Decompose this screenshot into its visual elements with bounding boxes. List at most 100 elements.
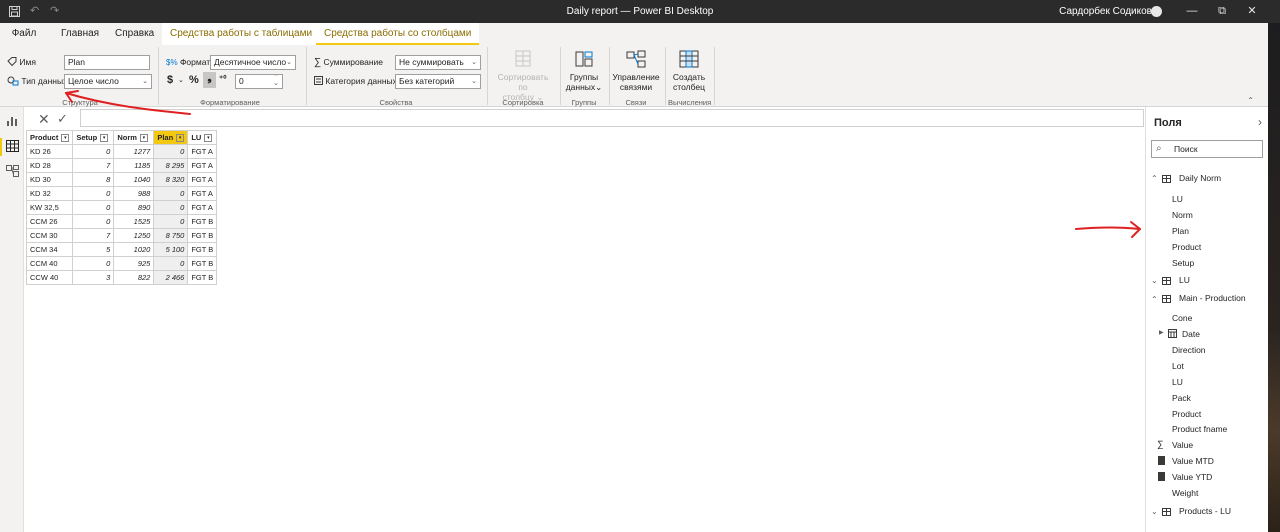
filter-dropdown-icon[interactable]: ▾ <box>100 134 109 142</box>
field-item[interactable]: Product fname <box>1172 424 1227 434</box>
cell-plan[interactable]: 0 <box>153 200 189 215</box>
chevron-up-icon[interactable]: ⌃ <box>1151 295 1158 304</box>
cell-product[interactable]: KD 32 <box>25 186 74 201</box>
chevron-down-icon[interactable]: ⌄ <box>1151 276 1158 285</box>
cell-norm[interactable]: 1020 <box>113 242 155 257</box>
field-item[interactable]: Cone <box>1172 313 1192 323</box>
cell-norm[interactable]: 822 <box>113 270 155 285</box>
cell-plan[interactable]: 0 <box>153 256 189 271</box>
tab-column-tools[interactable]: Средства работы со столбцами <box>316 23 480 45</box>
field-item[interactable]: LU <box>1172 194 1183 204</box>
column-header-norm[interactable]: Norm ▾ <box>113 130 155 145</box>
tab-help[interactable]: Справка <box>115 23 154 45</box>
comma-button[interactable]: ❟ <box>203 72 216 88</box>
cell-lu[interactable]: FGT A <box>187 144 218 159</box>
field-item[interactable]: Direction <box>1172 345 1206 355</box>
tab-file[interactable]: Файл <box>0 23 48 45</box>
filter-dropdown-icon[interactable]: ▾ <box>176 134 185 142</box>
expand-icon[interactable]: ▶ <box>1159 329 1164 336</box>
cell-norm[interactable]: 890 <box>113 200 155 215</box>
model-view-icon[interactable] <box>6 165 19 177</box>
cell-plan[interactable]: 8 750 <box>153 228 189 243</box>
column-name-input[interactable]: Plan <box>64 55 150 70</box>
cell-norm[interactable]: 1277 <box>113 144 155 159</box>
cell-norm[interactable]: 1525 <box>113 214 155 229</box>
cell-plan[interactable]: 8 320 <box>153 172 189 187</box>
cell-setup[interactable]: 7 <box>72 228 115 243</box>
avatar[interactable] <box>1151 6 1162 17</box>
filter-dropdown-icon[interactable]: ▾ <box>139 134 148 142</box>
cell-setup[interactable]: 3 <box>72 270 115 285</box>
cell-setup[interactable]: 0 <box>72 186 115 201</box>
cell-plan[interactable]: 0 <box>153 186 189 201</box>
close-button[interactable]: ✕ <box>1237 0 1267 23</box>
cancel-formula-icon[interactable]: ✕ <box>38 111 50 128</box>
chevron-up-icon[interactable]: ⌃ <box>1151 174 1158 183</box>
cell-plan[interactable]: 0 <box>153 214 189 229</box>
collapse-ribbon-icon[interactable]: ⌃ <box>1247 96 1254 105</box>
cell-product[interactable]: KD 30 <box>25 172 74 187</box>
filter-dropdown-icon[interactable]: ▾ <box>61 134 70 142</box>
field-item[interactable]: Norm <box>1172 210 1193 220</box>
field-item[interactable]: Date <box>1182 329 1200 339</box>
chevron-down-icon[interactable]: ⌄ <box>178 76 184 84</box>
field-item[interactable]: LU <box>1172 377 1183 387</box>
cell-plan[interactable]: 2 466 <box>153 270 189 285</box>
cell-setup[interactable]: 5 <box>72 242 115 257</box>
field-table-daily-norm[interactable]: Daily Norm <box>1179 173 1221 183</box>
user-name[interactable]: Сардорбек Содиков <box>1059 0 1152 23</box>
format-select[interactable]: Десятичное число ⌄ <box>210 55 296 70</box>
commit-formula-icon[interactable]: ✓ <box>57 111 68 127</box>
field-item[interactable]: Value <box>1172 440 1193 450</box>
field-table-products-lu[interactable]: Products - LU <box>1179 506 1231 516</box>
cell-setup[interactable]: 0 <box>72 256 115 271</box>
column-header-plan[interactable]: Plan ▾ <box>153 130 189 145</box>
filter-dropdown-icon[interactable]: ▾ <box>204 134 213 142</box>
formula-input[interactable] <box>80 109 1144 127</box>
cell-product[interactable]: KW 32,5 <box>25 200 74 215</box>
cell-plan[interactable]: 0 <box>153 144 189 159</box>
cell-setup[interactable]: 7 <box>72 158 115 173</box>
summarization-select[interactable]: Не суммировать ⌄ <box>395 55 481 70</box>
field-item[interactable]: Lot <box>1172 361 1184 371</box>
field-item[interactable]: Weight <box>1172 488 1198 498</box>
cell-setup[interactable]: 0 <box>72 214 115 229</box>
cell-norm[interactable]: 1185 <box>113 158 155 173</box>
column-header-setup[interactable]: Setup ▾ <box>72 130 115 145</box>
column-header-product[interactable]: Product ▾ <box>25 130 74 145</box>
cell-plan[interactable]: 8 295 <box>153 158 189 173</box>
spinner-icon[interactable]: ⌃ ⌄ <box>273 75 279 87</box>
tab-home[interactable]: Главная <box>61 23 99 45</box>
cell-norm[interactable]: 925 <box>113 256 155 271</box>
field-item[interactable]: Plan <box>1172 226 1189 236</box>
cell-lu[interactable]: FGT B <box>187 256 218 271</box>
chevron-down-icon[interactable]: ⌄ <box>1151 507 1158 516</box>
cell-setup[interactable]: 0 <box>72 200 115 215</box>
cell-plan[interactable]: 5 100 <box>153 242 189 257</box>
cell-lu[interactable]: FGT A <box>187 186 218 201</box>
manage-relationships-button[interactable]: Управление связями <box>612 50 660 92</box>
field-item[interactable]: Setup <box>1172 258 1194 268</box>
cell-setup[interactable]: 8 <box>72 172 115 187</box>
cell-product[interactable]: CCW 40 <box>25 270 74 285</box>
cell-product[interactable]: CCM 34 <box>25 242 74 257</box>
field-item[interactable]: Product <box>1172 242 1201 252</box>
cell-norm[interactable]: 1250 <box>113 228 155 243</box>
cell-product[interactable]: KD 26 <box>25 144 74 159</box>
cell-setup[interactable]: 0 <box>72 144 115 159</box>
cell-lu[interactable]: FGT A <box>187 172 218 187</box>
datatype-select[interactable]: Целое число ⌄ <box>64 74 152 89</box>
decimal-places-input[interactable]: 0 ⌃ ⌄ <box>235 74 283 89</box>
category-select[interactable]: Без категорий ⌄ <box>395 74 481 89</box>
chevron-right-icon[interactable]: › <box>1258 115 1262 129</box>
field-item[interactable]: Pack <box>1172 393 1191 403</box>
cell-product[interactable]: CCM 40 <box>25 256 74 271</box>
field-table-main-production[interactable]: Main - Production <box>1179 293 1246 303</box>
fields-search-input[interactable]: ⌕ Поиск <box>1151 140 1263 158</box>
percent-button[interactable]: % <box>189 74 199 86</box>
cell-norm[interactable]: 988 <box>113 186 155 201</box>
cell-product[interactable]: KD 28 <box>25 158 74 173</box>
field-item[interactable]: Product <box>1172 409 1201 419</box>
tab-table-tools[interactable]: Средства работы с таблицами <box>162 23 321 45</box>
cell-lu[interactable]: FGT B <box>187 228 218 243</box>
